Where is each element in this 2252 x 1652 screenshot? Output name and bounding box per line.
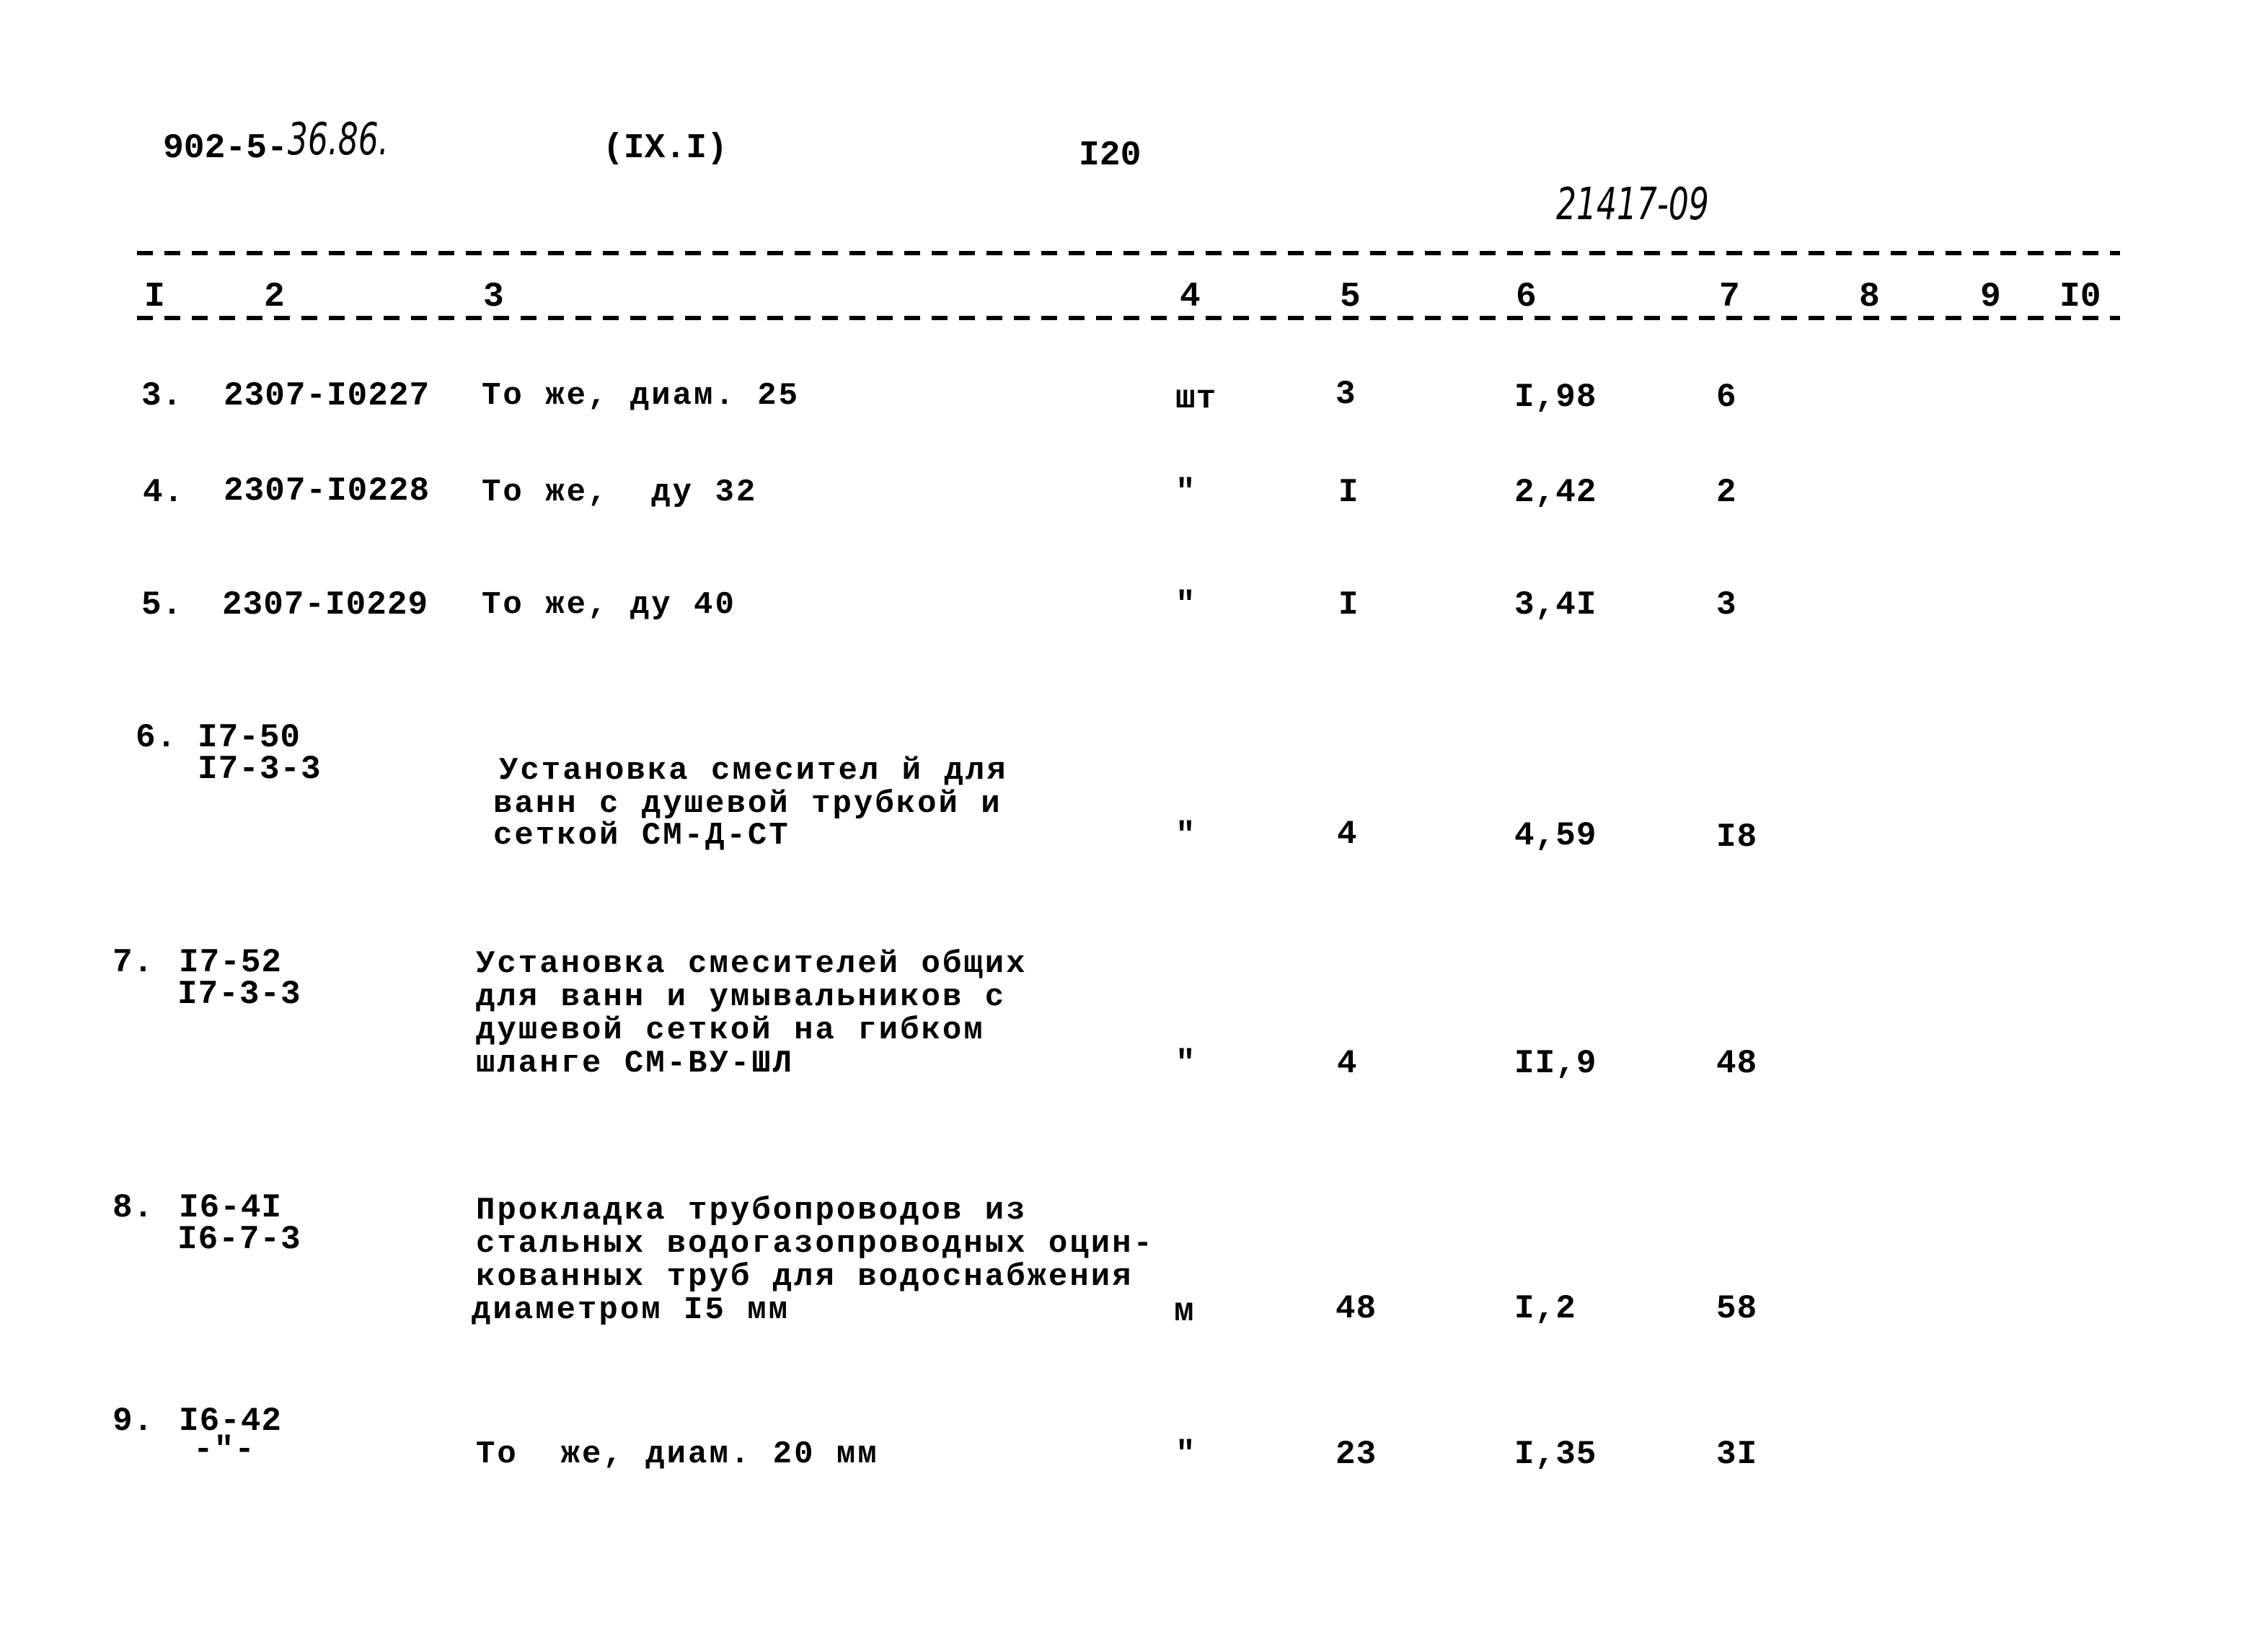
item-description-line: диаметром I5 мм: [472, 1292, 790, 1328]
item-description: То же, ду 40: [482, 587, 736, 623]
item-unit: ": [1175, 817, 1196, 854]
item-description-line: сеткой СМ-Д-СТ: [493, 818, 790, 854]
row-number: 3.: [141, 377, 183, 415]
item-description-line: душевой сеткой на гибком: [476, 1012, 985, 1048]
item-unit-price: II,9: [1514, 1045, 1597, 1082]
item-description-line: шланге СМ-ВУ-ШЛ: [476, 1046, 795, 1082]
item-unit-price: 2,42: [1514, 474, 1597, 511]
column-header: 6: [1516, 278, 1537, 317]
column-header: 7: [1719, 278, 1740, 317]
row-number: 5.: [141, 586, 183, 624]
column-header: I0: [2059, 278, 2101, 317]
header-bottom-rule: [137, 316, 2120, 320]
item-total: 6: [1716, 379, 1737, 416]
item-description-line: Прокладка трубопроводов из: [476, 1193, 1028, 1229]
item-unit: ": [1175, 586, 1196, 624]
item-unit: ": [1175, 1045, 1196, 1082]
item-unit: ": [1175, 1436, 1196, 1473]
column-header: 3: [483, 278, 504, 317]
item-total: 3: [1716, 586, 1737, 624]
item-code: I7-52: [179, 944, 283, 981]
item-unit-price: I,2: [1514, 1290, 1576, 1328]
item-description: То же, диам. 20 мм: [476, 1436, 879, 1472]
item-quantity: 23: [1335, 1436, 1377, 1473]
item-code: 2307-I0228: [224, 472, 430, 510]
item-description-line: Установка смесител й для: [499, 753, 1008, 789]
item-unit-price: I,98: [1514, 379, 1597, 416]
row-number: 6.: [136, 719, 177, 756]
item-unit-price: I,35: [1514, 1436, 1597, 1473]
row-number: 4.: [143, 474, 185, 511]
item-total: 58: [1716, 1290, 1758, 1328]
column-header: 5: [1340, 278, 1361, 317]
item-code: 2307-I0229: [222, 586, 429, 624]
item-description: То же, ду 32: [482, 474, 758, 511]
item-quantity: I: [1338, 586, 1359, 624]
item-description-line: кованных труб для водоснабжения: [476, 1259, 1134, 1295]
column-header: 8: [1859, 278, 1880, 317]
row-number: 9.: [112, 1403, 154, 1440]
item-quantity: 4: [1337, 816, 1358, 853]
section-number: (IX.I): [603, 129, 728, 168]
item-unit: ": [1175, 474, 1196, 511]
item-description: То же, диам. 25: [482, 378, 800, 414]
header-top-rule: [137, 251, 2120, 255]
handwritten-stamp: 21417-09: [1556, 179, 1709, 231]
item-description-line: Установка смесителей общих: [476, 946, 1028, 982]
row-number: 7.: [112, 944, 154, 981]
column-header: I: [144, 278, 165, 317]
column-header: 4: [1180, 278, 1201, 317]
page-number: I20: [1079, 136, 1142, 175]
item-total: 48: [1716, 1045, 1758, 1082]
item-quantity: 4: [1337, 1045, 1358, 1082]
column-header: 2: [264, 278, 285, 317]
item-code: I7-50: [198, 719, 301, 756]
item-code-secondary: I7-3-3: [198, 751, 322, 788]
document-code-handwritten: 36.86.: [287, 114, 389, 166]
item-code: I6-4I: [179, 1189, 283, 1227]
item-code-secondary: I6-7-3: [177, 1221, 301, 1258]
item-code-secondary: I7-3-3: [177, 976, 301, 1013]
item-total: I8: [1716, 818, 1758, 856]
item-description-line: стальных водогазопроводных оцин-: [476, 1226, 1154, 1262]
item-unit-price: 4,59: [1514, 817, 1597, 854]
item-description-line: для ванн и умывальников с: [476, 979, 1007, 1015]
item-unit: м: [1174, 1293, 1195, 1330]
item-quantity: I: [1338, 474, 1359, 511]
item-unit: шт: [1175, 380, 1217, 418]
document-code-printed: 902-5-: [163, 129, 288, 168]
item-quantity: 48: [1335, 1290, 1377, 1328]
item-code: 2307-I0227: [224, 377, 430, 415]
document-code: 902-5-36.86.: [163, 115, 389, 168]
item-total: 2: [1716, 474, 1737, 511]
column-header: 9: [1980, 278, 2001, 317]
item-unit-price: 3,4I: [1514, 586, 1597, 624]
item-quantity: 3: [1335, 376, 1356, 413]
item-total: 3I: [1716, 1436, 1758, 1473]
item-description-line: ванн с душевой трубкой и: [493, 786, 1002, 822]
item-code-secondary: -"-: [193, 1431, 255, 1469]
row-number: 8.: [112, 1189, 154, 1227]
